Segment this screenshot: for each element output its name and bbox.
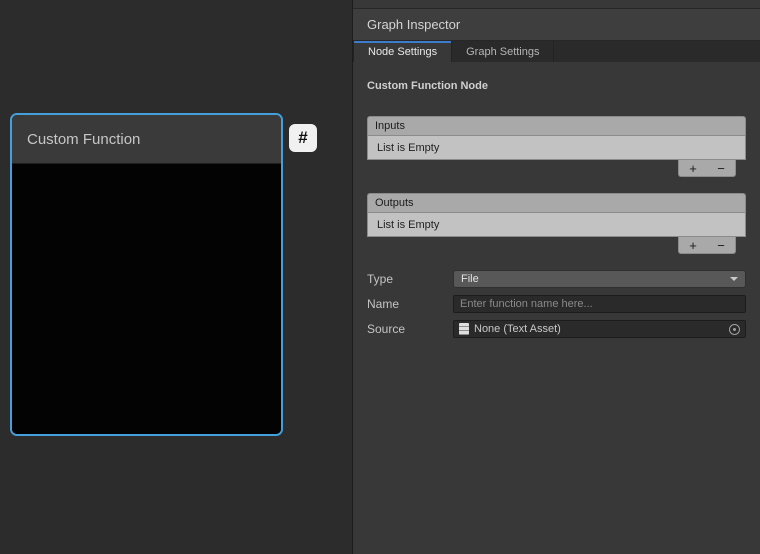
chevron-down-icon [730,277,738,281]
node-header[interactable]: Custom Function [12,115,281,164]
shader-graph-window: Custom Function # Graph Inspector Node S… [0,0,760,554]
hash-icon: # [298,128,307,148]
inspector-tabs: Node Settings Graph Settings [353,41,760,62]
tab-node-settings-label: Node Settings [368,46,437,58]
node-settings-panel: Custom Function Node Inputs List is Empt… [353,62,760,338]
source-object-value: None (Text Asset) [474,323,561,335]
outputs-remove-button[interactable]: − [710,239,732,252]
type-dropdown-value: File [461,273,479,285]
inputs-list-body[interactable]: List is Empty [367,135,746,160]
tab-graph-settings[interactable]: Graph Settings [452,41,554,62]
section-title: Custom Function Node [367,80,746,92]
custom-function-node[interactable]: Custom Function [10,113,283,436]
function-name-input[interactable] [453,295,746,313]
type-dropdown[interactable]: File [453,270,746,288]
inspector-header[interactable]: Graph Inspector [353,8,760,41]
outputs-list-footer: + − [678,237,736,254]
source-field-row: Source None (Text Asset) [367,320,746,338]
custom-function-badge-icon[interactable]: # [289,124,317,152]
inspector-title: Graph Inspector [367,17,460,32]
outputs-list-title: Outputs [375,197,414,209]
inputs-add-button[interactable]: + [682,162,704,175]
inputs-list-header[interactable]: Inputs [367,116,746,135]
outputs-list-body[interactable]: List is Empty [367,212,746,237]
type-field-row: Type File [367,270,746,288]
text-asset-icon [459,323,469,335]
tab-graph-settings-label: Graph Settings [466,46,539,58]
source-field-label: Source [367,322,453,336]
inputs-list-footer: + − [678,160,736,177]
inputs-list-title: Inputs [375,120,405,132]
node-body [12,165,281,434]
outputs-list: Outputs List is Empty + − [367,193,746,254]
inspector-top-gap [353,0,760,8]
outputs-empty-text: List is Empty [377,219,439,231]
outputs-list-header[interactable]: Outputs [367,193,746,212]
tab-node-settings[interactable]: Node Settings [353,41,452,62]
source-object-field[interactable]: None (Text Asset) [453,320,746,338]
graph-canvas[interactable]: Custom Function # [0,0,352,554]
inputs-remove-button[interactable]: − [710,162,732,175]
inputs-empty-text: List is Empty [377,142,439,154]
outputs-add-button[interactable]: + [682,239,704,252]
type-field-label: Type [367,272,453,286]
inputs-list: Inputs List is Empty + − [367,116,746,177]
name-field-label: Name [367,297,453,311]
node-title: Custom Function [27,131,140,148]
name-field-row: Name [367,295,746,313]
graph-inspector-panel: Graph Inspector Node Settings Graph Sett… [352,0,760,554]
object-picker-icon[interactable] [729,324,740,335]
